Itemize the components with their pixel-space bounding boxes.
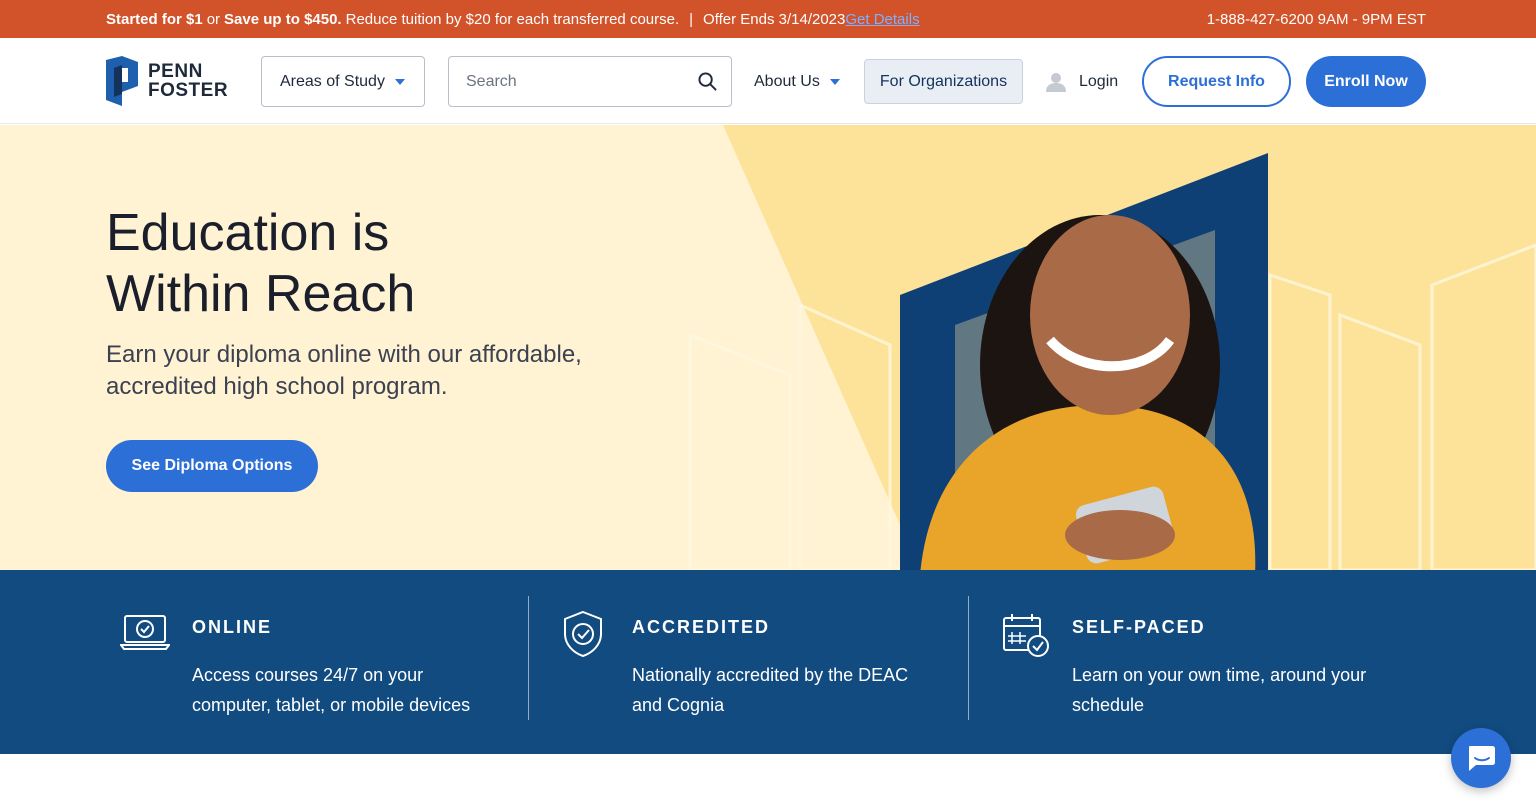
promo-or: or <box>206 10 221 28</box>
feature-accredited: ACCREDITED Nationally accredited by the … <box>562 570 942 754</box>
feature-self-paced-title: SELF-PACED <box>1072 617 1206 637</box>
areas-of-study-dropdown[interactable]: Areas of Study <box>261 56 425 107</box>
chat-bubble-icon <box>1469 746 1495 771</box>
chevron-down-icon <box>829 78 840 85</box>
student-photo <box>920 215 1256 570</box>
about-us-dropdown[interactable]: About Us <box>754 56 840 107</box>
promo-bar: Started for $1 or Save up to $450. Reduc… <box>0 0 1536 38</box>
logo-mark-icon <box>106 56 138 106</box>
hero-subtitle: Earn your diploma online with our afford… <box>106 341 582 400</box>
user-icon <box>1046 72 1066 92</box>
for-organizations-button[interactable]: For Organizations <box>864 59 1023 104</box>
get-details-link[interactable]: Get Details <box>845 11 919 28</box>
chat-button[interactable] <box>1451 728 1511 788</box>
search-icon[interactable] <box>698 72 717 91</box>
penn-foster-logo[interactable]: PENN FOSTER <box>106 56 228 106</box>
login-link[interactable]: Login <box>1046 56 1118 107</box>
features-band: ONLINE Access courses 24/7 on your compu… <box>0 570 1536 754</box>
search-box <box>448 56 732 107</box>
enroll-now-button[interactable]: Enroll Now <box>1306 56 1426 107</box>
feature-online-title: ONLINE <box>192 617 273 637</box>
feature-online-desc: Access courses 24/7 on your computer, ta… <box>192 665 471 715</box>
feature-divider <box>968 596 969 720</box>
promo-separator: | <box>689 10 694 28</box>
logo-text-penn: PENN <box>148 61 203 82</box>
request-info-button[interactable]: Request Info <box>1142 56 1291 107</box>
chevron-down-icon <box>394 78 405 85</box>
feature-self-paced-desc: Learn on your own time, around your sche… <box>1072 665 1367 715</box>
promo-offer-2: Save up to $450. <box>224 10 342 28</box>
feature-online: ONLINE Access courses 24/7 on your compu… <box>120 570 500 754</box>
shield-check-icon <box>564 610 602 658</box>
promo-offer-1: Started for $1 <box>106 10 203 28</box>
feature-accredited-title: ACCREDITED <box>632 617 771 637</box>
hero-title-line1: Education is <box>106 204 390 262</box>
areas-of-study-label: Areas of Study <box>280 72 385 90</box>
logo-text-foster: FOSTER <box>148 80 229 101</box>
promo-text: Reduce tuition by $20 for each transferr… <box>345 10 680 28</box>
hero-title-line2: Within Reach <box>106 265 416 323</box>
site-header: PENN FOSTER Areas of Study About Us For … <box>0 38 1536 124</box>
laptop-check-icon <box>120 615 170 650</box>
about-us-label: About Us <box>754 72 820 90</box>
calendar-check-icon <box>1003 614 1049 657</box>
feature-accredited-desc: Nationally accredited by the DEAC and Co… <box>632 665 909 715</box>
feature-self-paced: SELF-PACED Learn on your own time, aroun… <box>1002 570 1402 754</box>
login-label: Login <box>1079 72 1119 90</box>
hero-section: Education is Within Reach Earn your dipl… <box>0 125 1536 570</box>
promo-offer-end: Offer Ends 3/14/2023 <box>703 10 846 28</box>
search-input[interactable] <box>449 57 679 106</box>
hero-title: Education is Within Reach <box>106 203 606 325</box>
phone-hours[interactable]: 1-888-427-6200 9AM - 9PM EST <box>1207 0 1426 38</box>
feature-divider <box>528 596 529 720</box>
see-diploma-options-button[interactable]: See Diploma Options <box>106 440 318 492</box>
